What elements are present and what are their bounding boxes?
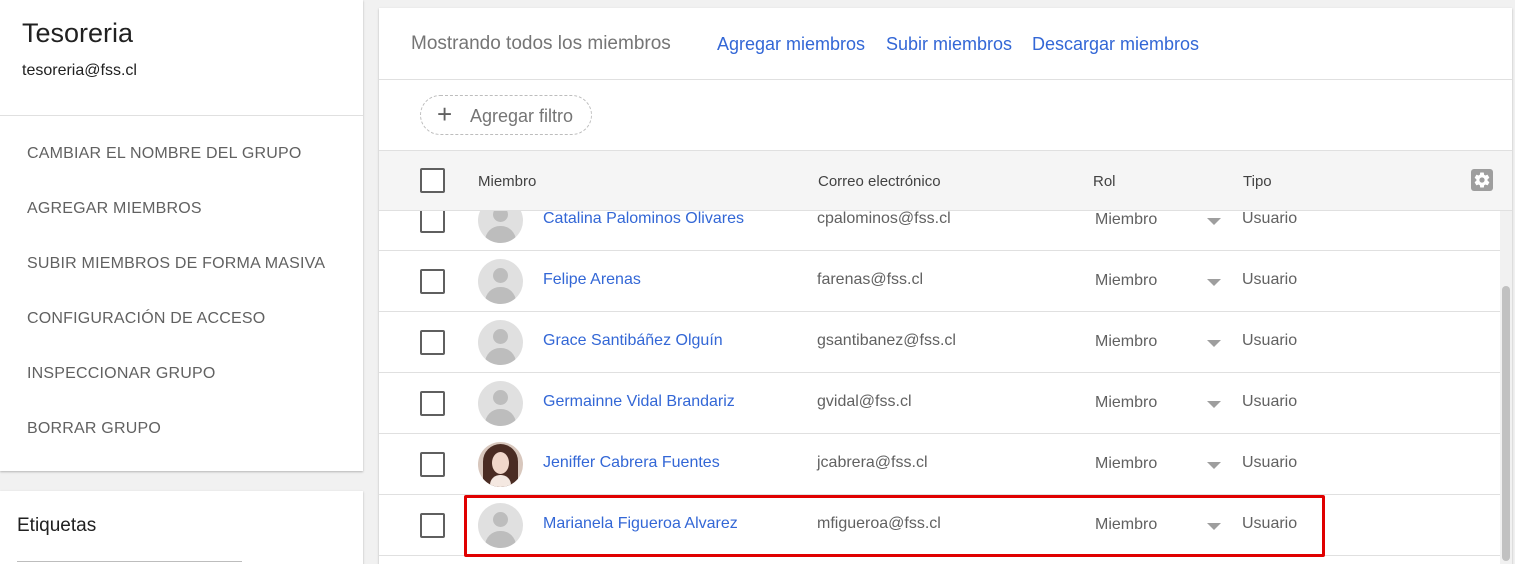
chevron-down-icon[interactable] [1207,279,1221,286]
column-role[interactable]: Rol [1093,173,1116,190]
menu-add-members[interactable]: AGREGAR MIEMBROS [0,181,363,236]
member-email: gvidal@fss.cl [817,393,912,410]
group-email: tesoreria@fss.cl [22,62,137,79]
default-avatar-icon [478,211,523,243]
table-header: Miembro Correo electrónico Rol Tipo [379,150,1512,211]
menu-delete-group[interactable]: BORRAR GRUPO [0,401,363,456]
member-name-link[interactable]: Germainne Vidal Brandariz [543,393,735,411]
members-toolbar: Mostrando todos los miembros Agregar mie… [379,8,1512,80]
add-filter-button[interactable]: + Agregar filtro [420,95,592,135]
filter-row: + Agregar filtro [379,80,1512,150]
member-email: farenas@fss.cl [817,271,924,288]
download-members-link[interactable]: Descargar miembros [1032,34,1199,55]
chevron-down-icon[interactable] [1207,218,1221,225]
row-checkbox[interactable] [420,391,445,416]
labels-card: Etiquetas [0,491,363,564]
role-select[interactable]: Miembro [1095,272,1157,290]
member-type: Usuario [1242,332,1298,349]
default-avatar-icon [478,320,523,365]
menu-bulk-upload-members[interactable]: SUBIR MIEMBROS DE FORMA MASIVA [0,236,363,291]
member-type: Usuario [1242,271,1298,288]
role-select[interactable]: Miembro [1095,211,1157,229]
select-all-checkbox[interactable] [420,168,445,193]
table-row[interactable]: Felipe Arenas farenas@fss.cl Miembro Usu… [379,251,1500,312]
gear-icon[interactable] [1471,169,1493,191]
group-actions-menu: CAMBIAR EL NOMBRE DEL GRUPO AGREGAR MIEM… [0,126,363,456]
member-name-link[interactable]: Jeniffer Cabrera Fuentes [543,454,720,472]
column-email[interactable]: Correo electrónico [818,173,941,190]
plus-icon: + [437,99,453,129]
labels-underline [17,561,242,562]
row-checkbox[interactable] [420,330,445,355]
add-members-link[interactable]: Agregar miembros [717,34,865,55]
member-type: Usuario [1242,393,1298,410]
member-name-link[interactable]: Grace Santibáñez Olguín [543,332,723,350]
profile-photo [478,442,523,487]
members-panel: Mostrando todos los miembros Agregar mie… [379,8,1512,564]
labels-title: Etiquetas [17,515,97,536]
table-row[interactable]: Grace Santibáñez Olguín gsantibanez@fss.… [379,312,1500,373]
row-checkbox[interactable] [420,513,445,538]
row-checkbox[interactable] [420,211,445,233]
member-type: Usuario [1242,211,1298,227]
table-row[interactable]: Jeniffer Cabrera Fuentes jcabrera@fss.cl… [379,434,1500,495]
upload-members-link[interactable]: Subir miembros [886,34,1012,55]
menu-access-settings[interactable]: CONFIGURACIÓN DE ACCESO [0,291,363,346]
table-row[interactable]: Germainne Vidal Brandariz gvidal@fss.cl … [379,373,1500,434]
scrollbar[interactable] [1500,211,1512,564]
menu-inspect-group[interactable]: INSPECCIONAR GRUPO [0,346,363,401]
member-email: jcabrera@fss.cl [817,454,928,471]
role-select[interactable]: Miembro [1095,333,1157,351]
row-checkbox[interactable] [420,452,445,477]
menu-rename-group[interactable]: CAMBIAR EL NOMBRE DEL GRUPO [0,126,363,181]
table-row[interactable]: Catalina Palominos Olivares cpalominos@f… [379,211,1500,251]
chevron-down-icon[interactable] [1207,401,1221,408]
group-info-card: Tesoreria tesoreria@fss.cl CAMBIAR EL NO… [0,0,363,471]
default-avatar-icon [478,381,523,426]
highlight-box [464,495,1325,557]
group-name: Tesoreria [22,18,134,48]
showing-label: Mostrando todos los miembros [411,33,671,54]
member-email: cpalominos@fss.cl [817,211,951,227]
chevron-down-icon[interactable] [1207,462,1221,469]
default-avatar-icon [478,259,523,304]
row-checkbox[interactable] [420,269,445,294]
chevron-down-icon[interactable] [1207,340,1221,347]
member-name-link[interactable]: Catalina Palominos Olivares [543,211,744,228]
add-filter-label: Agregar filtro [470,106,574,126]
role-select[interactable]: Miembro [1095,455,1157,473]
member-type: Usuario [1242,454,1298,471]
role-select[interactable]: Miembro [1095,394,1157,412]
column-type[interactable]: Tipo [1243,173,1272,190]
member-email: gsantibanez@fss.cl [817,332,956,349]
divider [0,115,363,116]
member-name-link[interactable]: Felipe Arenas [543,271,641,289]
column-member[interactable]: Miembro [478,173,536,190]
scrollbar-thumb[interactable] [1502,286,1510,561]
